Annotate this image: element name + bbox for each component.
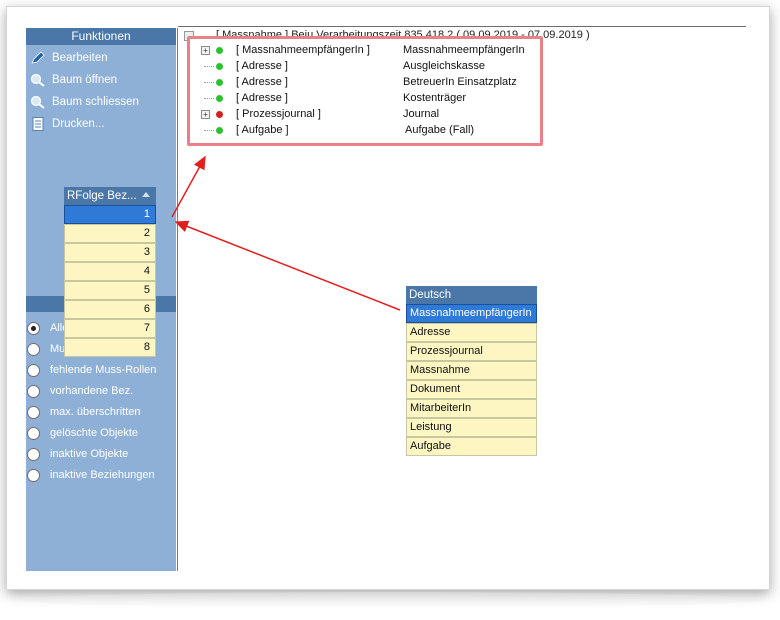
arrow-to-tree <box>171 155 206 218</box>
annotation-arrows <box>171 155 401 311</box>
arrow-to-order-list <box>174 220 401 311</box>
